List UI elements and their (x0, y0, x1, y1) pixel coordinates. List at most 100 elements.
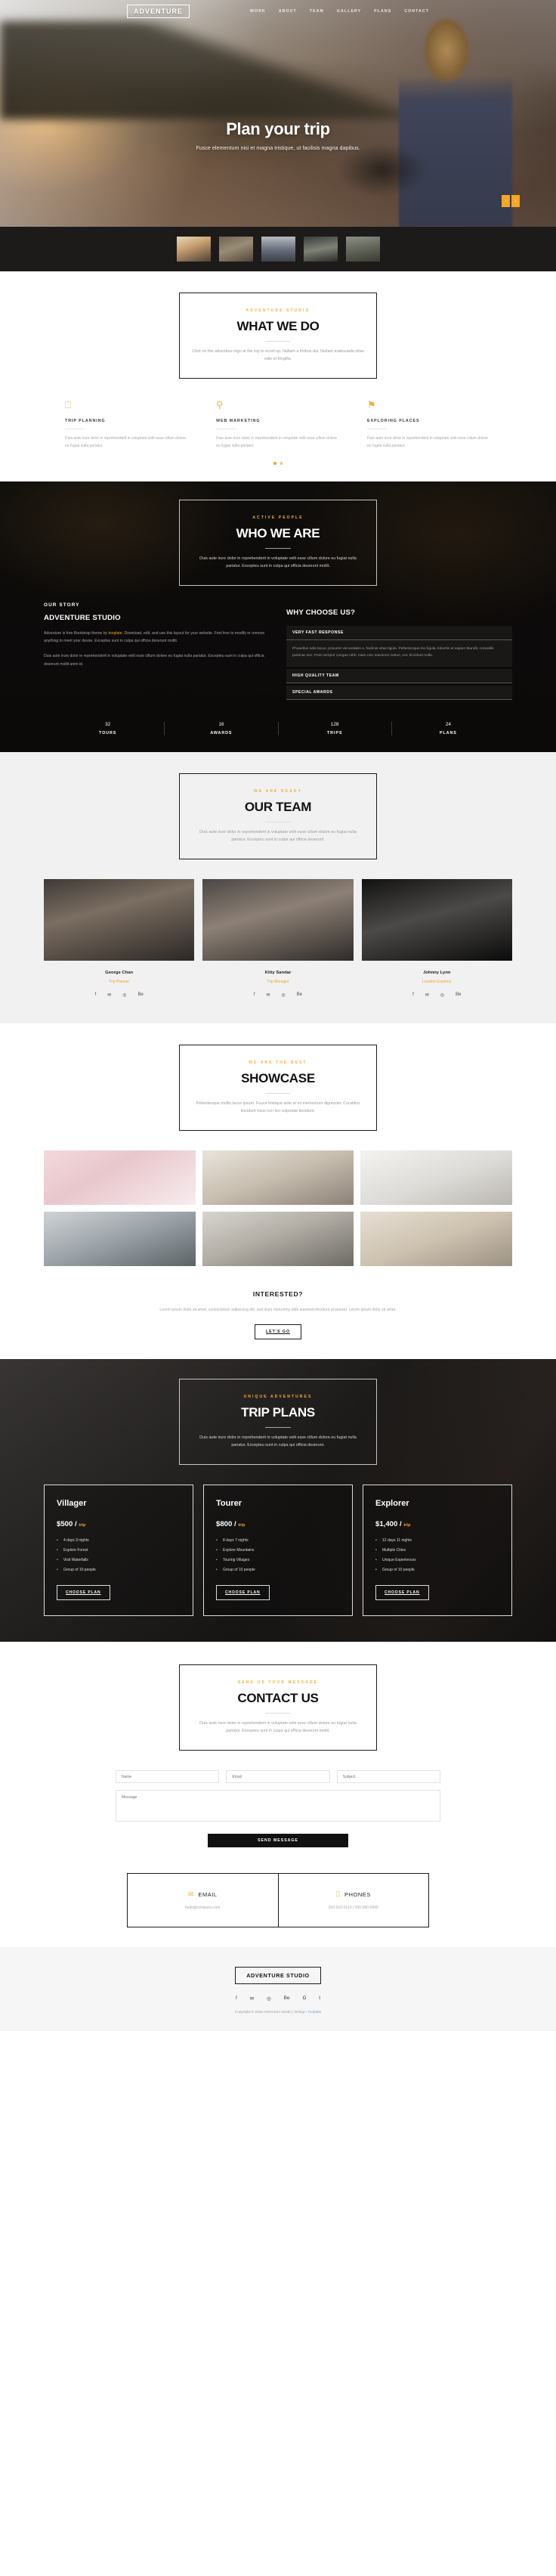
gallery-item[interactable] (360, 1150, 512, 1206)
instagram-icon[interactable]: ◎ (440, 992, 444, 998)
tumblr-icon[interactable]: t (319, 1995, 320, 2002)
plan-card-villager: Villager $500 / trip 4 days 3 nights Exp… (44, 1485, 193, 1617)
contact-box-phones: ⎕ PHONES 010-010-0110 | 090-090-0990 (278, 1873, 429, 1928)
accordion-item-high-quality-team[interactable]: HIGH QUALITY TEAM (286, 669, 512, 684)
gallery-item[interactable] (202, 1150, 354, 1206)
showcase-section: WE ARE THE BEST SHOWCASE Pellentesque mo… (0, 1023, 556, 1360)
team-members-grid: George Chan Trip Planner f ✉ ◎ Be Kitty … (44, 879, 512, 998)
hero-thumbnail[interactable] (345, 237, 380, 262)
what-we-do-section: Adventure Studio WHAT WE DO Click on the… (0, 271, 556, 481)
twitter-icon[interactable]: ✉ (107, 992, 111, 998)
section-title: WHAT WE DO (236, 319, 320, 333)
carousel-pagination (0, 462, 556, 465)
accordion-header[interactable]: SPECIAL AWARDS (286, 686, 512, 701)
behance-icon[interactable]: Be (284, 1995, 290, 2002)
service-title: EXPLORING PLACES (367, 419, 420, 423)
facebook-icon[interactable]: f (412, 992, 414, 998)
why-choose-us-column: WHY CHOOSE US? VERY FAST RESPONSE Phasel… (286, 602, 512, 703)
message-textarea[interactable] (116, 1790, 440, 1822)
choose-plan-button[interactable]: CHOOSE PLAN (375, 1585, 429, 1601)
gallery-item[interactable] (44, 1150, 196, 1206)
top-navigation-bar: ADVENTURE WORK ABOUT TEAM GALLERY PLANS … (0, 0, 556, 23)
send-message-button[interactable]: SEND MESSAGE (208, 1834, 348, 1848)
section-eyebrow: UNIQUE ADVENTURES (243, 1395, 313, 1400)
hero-thumbnail[interactable] (218, 237, 253, 262)
behance-icon[interactable]: Be (297, 992, 302, 998)
accordion: VERY FAST RESPONSE Phasellus odio lacus,… (286, 625, 512, 701)
behance-icon[interactable]: Be (137, 992, 143, 998)
who-we-are-content: OUR STORY ADVENTURE STUDIO Adventure is … (44, 602, 512, 703)
nav-item-gallery[interactable]: GALLERY (337, 9, 361, 14)
pagination-dot[interactable] (280, 462, 283, 465)
gallery-item[interactable] (44, 1212, 196, 1267)
hero-thumbnail[interactable] (176, 237, 211, 262)
email-input[interactable] (226, 1770, 330, 1784)
chevron-right-icon[interactable]: › (511, 195, 520, 207)
phone-numbers[interactable]: 010-010-0110 | 090-090-0990 (286, 1906, 422, 1910)
lets-go-button[interactable]: LET'S GO (254, 1324, 301, 1340)
member-socials: f ✉ ◎ Be (202, 992, 353, 998)
twitter-icon[interactable]: ✉ (425, 992, 429, 998)
plan-price-amount: $1,400 / (375, 1520, 402, 1529)
plan-name: Tourer (216, 1499, 242, 1509)
hero-section: ADVENTURE WORK ABOUT TEAM GALLERY PLANS … (0, 0, 556, 227)
behance-icon[interactable]: Be (456, 992, 461, 998)
accordion-item-special-awards[interactable]: SPECIAL AWARDS (286, 686, 512, 701)
accordion-item-very-fast-response[interactable]: VERY FAST RESPONSE Phasellus odio lacus,… (286, 625, 512, 667)
nav-item-work[interactable]: WORK (250, 9, 266, 14)
facebook-icon[interactable]: f (254, 992, 255, 998)
hero-thumbnail[interactable] (261, 237, 295, 262)
section-description: Duis aute irure dolor in reprehenderit i… (199, 1435, 357, 1448)
gallery-item[interactable] (202, 1212, 354, 1267)
trip-plans-section: UNIQUE ADVENTURES TRIP PLANS Duis aute i… (0, 1359, 556, 1642)
plan-feature: Explore Mountains (216, 1548, 340, 1553)
hero-thumbnail[interactable] (303, 237, 338, 262)
plan-feature: Group of 10 people (216, 1568, 340, 1572)
accordion-header[interactable]: HIGH QUALITY TEAM (286, 669, 512, 684)
section-eyebrow: SEND US YOUR MESSAGE (237, 1680, 319, 1686)
subject-input[interactable] (336, 1770, 440, 1784)
plan-feature: Group of 10 people (57, 1568, 181, 1572)
chevron-left-icon[interactable]: ‹ (502, 195, 510, 207)
service-text: Duis aute irure dolor in reprehenderit i… (65, 436, 187, 448)
section-eyebrow: ACTIVE PEOPLE (252, 515, 304, 520)
counter-label: TRIPS (326, 731, 343, 736)
tooplate-credit-link[interactable]: Tooplate (307, 2011, 321, 2014)
copyright-text: Copyright © 2016 Adventure Studio | Desi… (234, 2011, 308, 2015)
choose-plan-button[interactable]: CHOOSE PLAN (216, 1585, 270, 1601)
nav-item-team[interactable]: TEAM (310, 9, 324, 14)
tooplate-link[interactable]: tooplate (109, 631, 122, 636)
site-logo[interactable]: ADVENTURE (127, 5, 190, 18)
dribbble-icon[interactable]: ◎ (267, 1995, 271, 2002)
contact-form-row (116, 1770, 440, 1784)
hero-copy: Plan your trip Fusce elementum nisi et m… (0, 119, 556, 151)
pagination-dot-active[interactable] (273, 462, 276, 465)
instagram-icon[interactable]: ◎ (282, 992, 286, 998)
section-title: CONTACT US (237, 1691, 319, 1706)
email-address[interactable]: hello@company.com (135, 1906, 270, 1910)
hero-carousel-controls: ‹ › (502, 195, 520, 207)
section-description: Click on the adventure logo at the top t… (192, 349, 364, 361)
choose-plan-button[interactable]: CHOOSE PLAN (57, 1585, 110, 1601)
nav-item-contact[interactable]: CONTACT (404, 9, 429, 14)
accordion-header[interactable]: VERY FAST RESPONSE (286, 626, 512, 640)
plan-price-period: trip (238, 1523, 246, 1528)
plan-card-tourer: Tourer $800 / trip 8 days 7 nights Explo… (203, 1485, 353, 1617)
page: ADVENTURE WORK ABOUT TEAM GALLERY PLANS … (0, 0, 556, 2032)
facebook-icon[interactable]: f (95, 992, 97, 998)
copyright: Copyright © 2016 Adventure Studio | Desi… (0, 2011, 556, 2014)
nav-item-about[interactable]: ABOUT (279, 9, 297, 14)
facebook-icon[interactable]: f (236, 1995, 237, 2002)
name-input[interactable] (116, 1770, 220, 1784)
instagram-icon[interactable]: ◎ (122, 992, 126, 998)
footer-logo[interactable]: ADVENTURE STUDIO (235, 1967, 321, 1985)
gallery-item[interactable] (360, 1212, 512, 1267)
team-member-card: Kitty Sandar Trip Manager f ✉ ◎ Be (202, 879, 354, 998)
nav-item-plans[interactable]: PLANS (374, 9, 391, 14)
service-title: WEB MARKETING (216, 419, 261, 423)
section-description: Duis aute irure dolor in reprehenderit i… (199, 1721, 357, 1734)
twitter-icon[interactable]: ✉ (267, 992, 270, 998)
twitter-icon[interactable]: ✉ (250, 1995, 254, 2002)
github-icon[interactable]: Ω (302, 1995, 306, 2002)
section-title: SHOWCASE (241, 1071, 315, 1086)
